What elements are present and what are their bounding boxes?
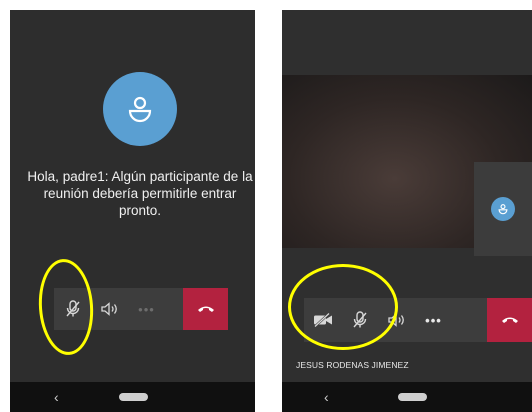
mic-off-icon <box>352 311 367 328</box>
home-pill[interactable] <box>398 393 427 401</box>
end-call-button[interactable] <box>487 298 532 342</box>
android-nav-bar: ‹ <box>10 382 255 412</box>
user-avatar-small <box>491 197 515 221</box>
more-dots-icon: ••• <box>138 301 155 317</box>
more-dots-icon: ••• <box>425 312 442 328</box>
speaker-icon <box>100 302 117 316</box>
speaker-icon <box>387 313 404 327</box>
speaker-button[interactable] <box>91 288 128 330</box>
home-pill[interactable] <box>119 393 148 401</box>
hang-up-icon <box>197 306 214 312</box>
person-icon <box>498 204 508 215</box>
more-options-button[interactable]: ••• <box>415 298 452 342</box>
back-icon[interactable]: ‹ <box>324 389 329 405</box>
self-view-tile[interactable] <box>474 162 532 256</box>
back-icon[interactable]: ‹ <box>54 389 59 405</box>
mute-button[interactable] <box>54 288 91 330</box>
call-toolbar: ••• <box>54 288 228 330</box>
mute-button[interactable] <box>341 298 378 342</box>
camera-button[interactable] <box>304 298 341 342</box>
hang-up-icon <box>501 317 518 323</box>
lobby-screen: Hola, padre1: Algún participante de la r… <box>10 10 255 412</box>
participant-name: JESUS RODENAS JIMENEZ <box>296 360 409 370</box>
mic-off-icon <box>65 300 80 317</box>
camera-off-icon <box>313 313 332 327</box>
android-nav-bar: ‹ <box>282 382 532 412</box>
person-icon <box>128 96 152 123</box>
meeting-screen: ••• JESUS RODENAS JIMENEZ ‹ <box>282 10 532 412</box>
lobby-message: Hola, padre1: Algún participante de la r… <box>27 169 253 218</box>
call-toolbar: ••• <box>304 298 532 342</box>
user-avatar <box>103 72 177 146</box>
end-call-button[interactable] <box>183 288 228 330</box>
speaker-button[interactable] <box>378 298 415 342</box>
more-options-button[interactable]: ••• <box>128 288 165 330</box>
